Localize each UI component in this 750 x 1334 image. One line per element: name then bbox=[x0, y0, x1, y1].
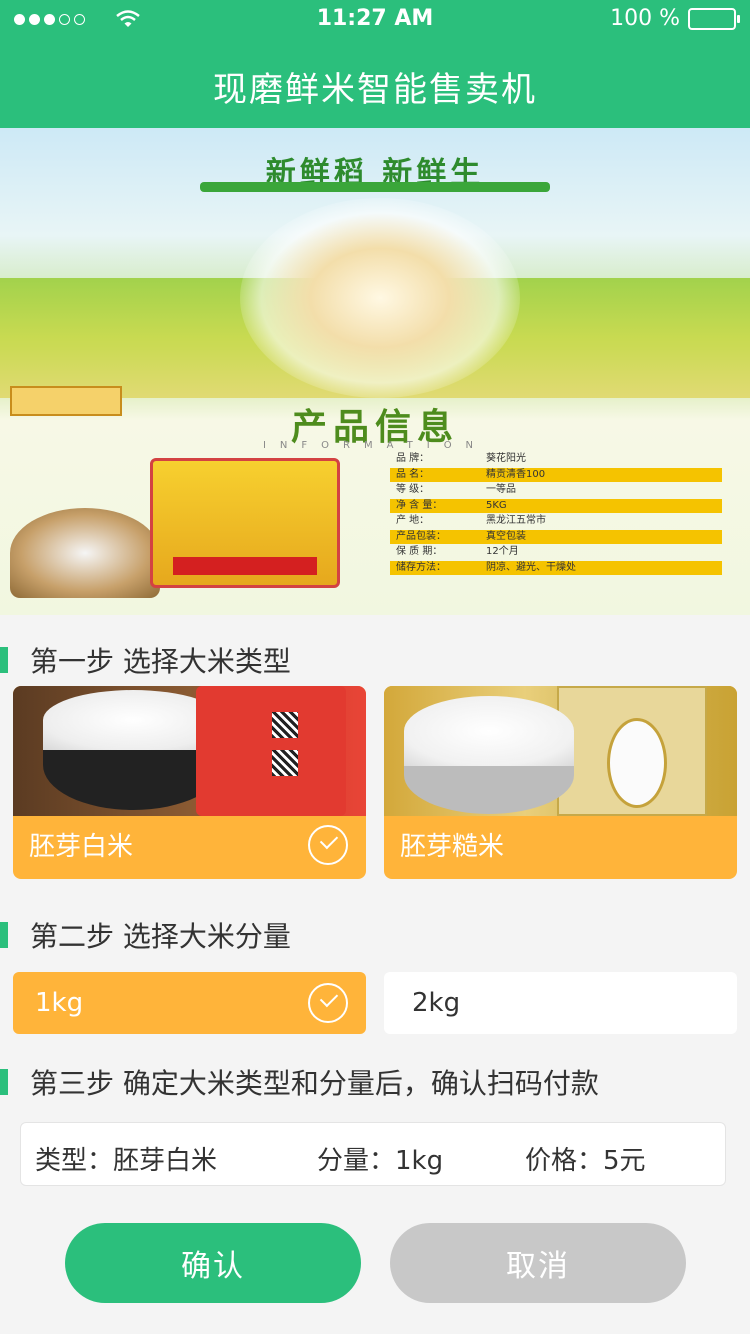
rice-bag-image bbox=[150, 458, 340, 588]
brown-rice-image bbox=[384, 686, 737, 816]
info-subtitle: INFORMATION bbox=[262, 440, 488, 451]
rice-option-label: 胚芽白米 bbox=[29, 832, 134, 862]
slogan-bar bbox=[200, 182, 550, 192]
summary-type: 类型：胚芽白米 bbox=[35, 1146, 218, 1176]
info-row: 等 级： 一等品 bbox=[396, 484, 516, 495]
rice-option-white[interactable]: 胚芽白米 bbox=[13, 686, 366, 879]
app-header: 11:27 AM 100 % 现磨鲜米智能售卖机 bbox=[0, 0, 750, 128]
status-bar: 11:27 AM 100 % bbox=[0, 0, 750, 40]
step3-heading: 第三步 确定大米类型和分量后，确认扫码付款 bbox=[0, 1062, 599, 1102]
info-row: 产 地： 黑龙江五常市 bbox=[396, 515, 546, 526]
summary-weight: 分量：1kg bbox=[317, 1146, 444, 1176]
rice-option-brown[interactable]: 胚芽糙米 bbox=[384, 686, 737, 879]
battery-icon bbox=[688, 7, 740, 30]
white-rice-image bbox=[13, 686, 366, 816]
info-row: 产品包装： 真空包装 bbox=[390, 529, 722, 544]
confirm-button[interactable]: 确认 bbox=[65, 1223, 361, 1303]
step-marker bbox=[0, 647, 8, 673]
check-circle-icon bbox=[308, 983, 348, 1023]
info-row: 保 质 期： 12个月 bbox=[396, 546, 519, 557]
order-summary: 类型：胚芽白米 分量：1kg 价格：5元 bbox=[20, 1122, 726, 1186]
battery-text: 100 % bbox=[610, 6, 680, 31]
rice-sack-image bbox=[10, 508, 160, 598]
summary-price: 价格：5元 bbox=[525, 1146, 646, 1176]
rice-option-label: 胚芽糙米 bbox=[400, 832, 505, 862]
weight-option-1kg[interactable]: 1kg bbox=[13, 972, 366, 1034]
info-row: 储存方法： 阴凉、避光、干燥处 bbox=[390, 560, 722, 575]
info-row: 品 名： 精贡清香100 bbox=[390, 467, 722, 482]
step1-heading: 第一步 选择大米类型 bbox=[0, 640, 291, 680]
check-circle-icon bbox=[308, 825, 348, 865]
info-row: 品 牌： 葵花阳光 bbox=[396, 453, 526, 464]
step2-heading: 第二步 选择大米分量 bbox=[0, 915, 291, 955]
step-marker bbox=[0, 1069, 8, 1095]
page-title: 现磨鲜米智能售卖机 bbox=[213, 70, 537, 110]
cancel-button[interactable]: 取消 bbox=[390, 1223, 686, 1303]
info-row: 净 含 量： 5KG bbox=[390, 498, 722, 513]
step1-label: 第一步 选择大米类型 bbox=[30, 645, 291, 678]
step-marker bbox=[0, 922, 8, 948]
weight-label: 2kg bbox=[412, 988, 461, 1018]
step3-label: 第三步 确定大米类型和分量后，确认扫码付款 bbox=[30, 1067, 599, 1100]
step2-label: 第二步 选择大米分量 bbox=[30, 920, 291, 953]
weight-label: 1kg bbox=[35, 988, 84, 1018]
product-info-table: 品 牌： 葵花阳光 品 名： 精贡清香100 等 级： 一等品 净 含 量： 5KG 产… bbox=[390, 452, 722, 576]
product-banner: 新鲜稻 新鲜生 产品信息 INFORMATION 品 牌： 葵花阳光 品 名： 精贡… bbox=[0, 128, 750, 615]
weight-option-2kg[interactable]: 2kg bbox=[384, 972, 737, 1034]
battery-status: 100 % bbox=[610, 6, 740, 31]
rice-grain-image bbox=[240, 198, 520, 398]
